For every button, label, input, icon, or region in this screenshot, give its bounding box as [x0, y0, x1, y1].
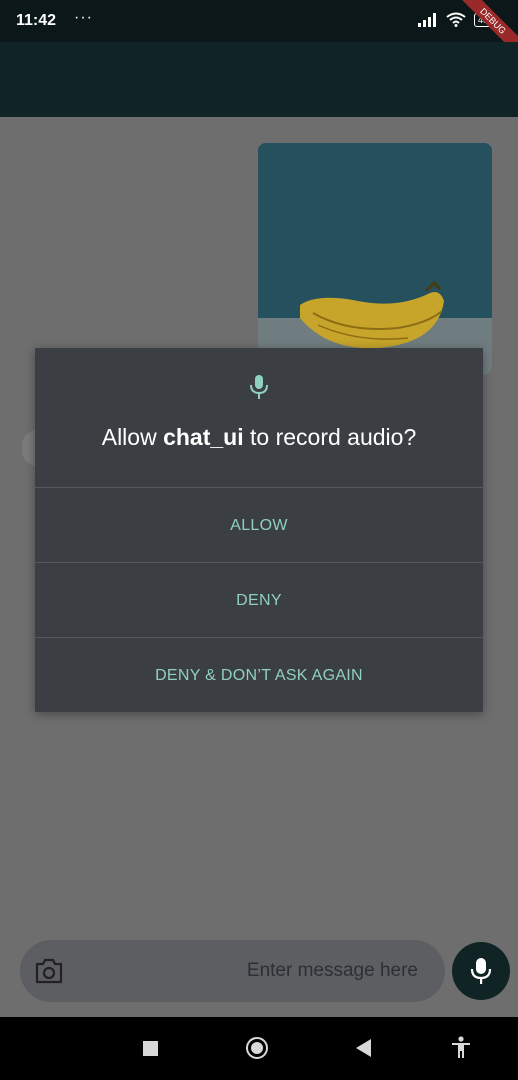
dialog-title-suffix: to record audio?: [243, 424, 417, 450]
banana-image: [300, 280, 444, 349]
accessibility-icon[interactable]: [450, 1036, 472, 1060]
deny-dont-ask-again-button[interactable]: DENY & DON’T ASK AGAIN: [35, 637, 483, 713]
message-composer: [20, 940, 445, 1002]
wifi-icon: [446, 12, 466, 27]
microphone-icon: [250, 375, 268, 399]
allow-button[interactable]: ALLOW: [35, 487, 483, 563]
back-triangle-icon[interactable]: [356, 1039, 371, 1057]
signal-icon: [417, 12, 436, 27]
status-time: 11:42: [16, 12, 57, 29]
microphone-icon: [470, 958, 492, 984]
status-bar: 11:42 ··· 48 DEBUG: [0, 0, 518, 65]
dialog-app-name: chat_ui: [163, 424, 244, 450]
permission-dialog: Allow chat_ui to record audio? ALLOW DEN…: [35, 348, 483, 712]
notification-dots: ···: [74, 9, 93, 26]
dialog-title-prefix: Allow: [101, 424, 164, 450]
stop-square-icon[interactable]: [143, 1041, 158, 1056]
record-audio-button[interactable]: [452, 942, 510, 1000]
image-message[interactable]: [258, 143, 492, 375]
message-input[interactable]: [80, 940, 418, 1002]
navigation-bar: [0, 1017, 518, 1080]
home-circle-icon[interactable]: [246, 1037, 268, 1059]
deny-button[interactable]: DENY: [35, 562, 483, 638]
app-bar: [0, 42, 518, 117]
camera-icon[interactable]: [34, 957, 64, 985]
dialog-title: Allow chat_ui to record audio?: [35, 424, 483, 451]
